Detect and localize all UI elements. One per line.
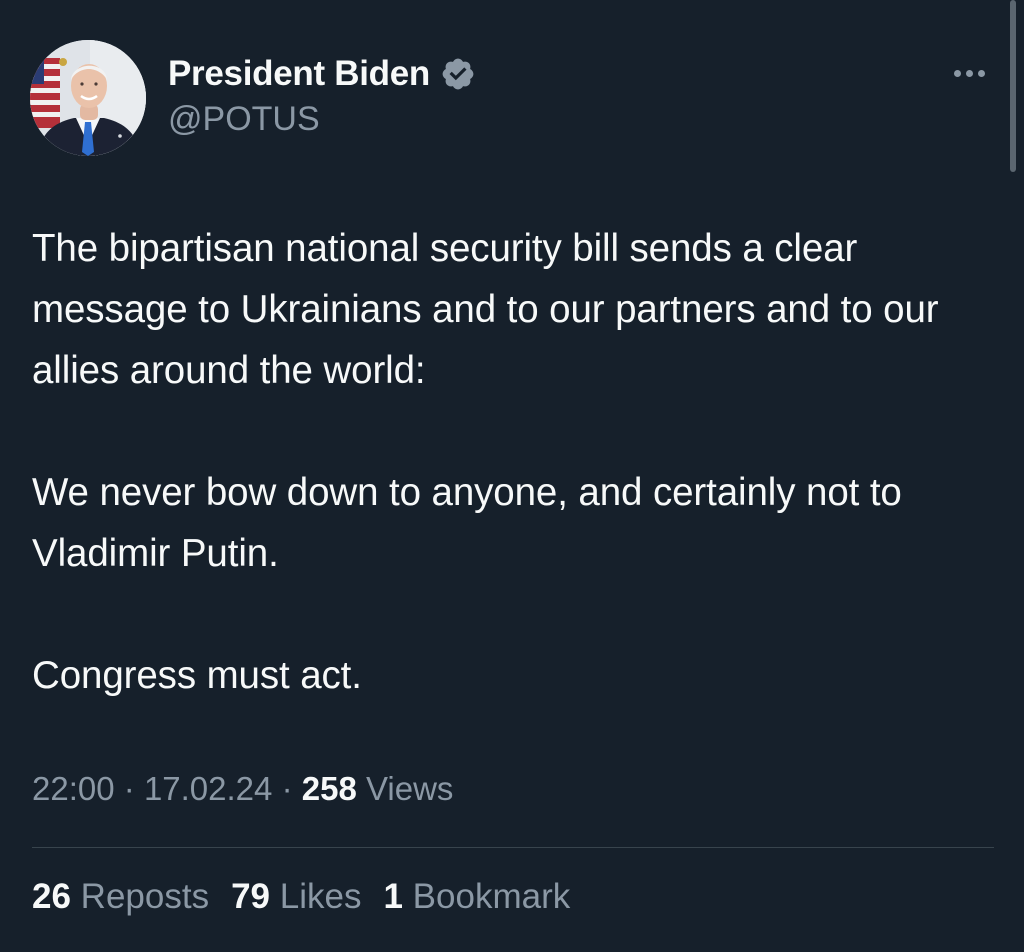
bookmarks-stat[interactable]: 1 Bookmark bbox=[383, 877, 570, 917]
bookmarks-label: Bookmark bbox=[412, 877, 571, 916]
views-label[interactable]: Views bbox=[366, 770, 453, 808]
tweet-detail: President Biden @POTUS The bipartisan na… bbox=[0, 0, 1024, 952]
divider bbox=[32, 847, 994, 848]
meta-separator: · bbox=[123, 770, 135, 807]
author-name-row: President Biden bbox=[168, 52, 476, 96]
reposts-label: Reposts bbox=[80, 877, 210, 916]
likes-count: 79 bbox=[231, 877, 271, 916]
scrollbar[interactable] bbox=[1010, 0, 1016, 172]
tweet-time[interactable]: 22:00 bbox=[32, 770, 115, 808]
avatar[interactable] bbox=[30, 40, 146, 156]
tweet-text: The bipartisan national security bill se… bbox=[32, 218, 1007, 706]
more-dot bbox=[953, 69, 961, 77]
views-count[interactable]: 258 bbox=[302, 770, 357, 808]
meta-separator: · bbox=[281, 770, 293, 807]
tweet-paragraph-3: Congress must act. bbox=[32, 654, 362, 697]
bookmarks-count: 1 bbox=[383, 877, 403, 916]
more-dot bbox=[965, 69, 973, 77]
reposts-stat[interactable]: 26 Reposts bbox=[32, 877, 209, 917]
verified-badge-icon[interactable] bbox=[440, 56, 476, 92]
more-options-icon[interactable] bbox=[944, 56, 994, 90]
display-name[interactable]: President Biden bbox=[168, 54, 430, 94]
tweet-paragraph-2: We never bow down to anyone, and certain… bbox=[32, 471, 902, 575]
likes-label: Likes bbox=[279, 877, 362, 916]
tweet-meta: 22:00 · 17.02.24 · 258 Views bbox=[32, 770, 453, 808]
engagement-stats: 26 Reposts 79 Likes 1 Bookmark bbox=[32, 877, 570, 917]
more-dot bbox=[977, 69, 985, 77]
likes-stat[interactable]: 79 Likes bbox=[231, 877, 361, 917]
author-handle[interactable]: @POTUS bbox=[168, 100, 320, 139]
tweet-paragraph-1: The bipartisan national security bill se… bbox=[32, 227, 939, 392]
tweet-date[interactable]: 17.02.24 bbox=[144, 770, 272, 808]
reposts-count: 26 bbox=[32, 877, 71, 916]
